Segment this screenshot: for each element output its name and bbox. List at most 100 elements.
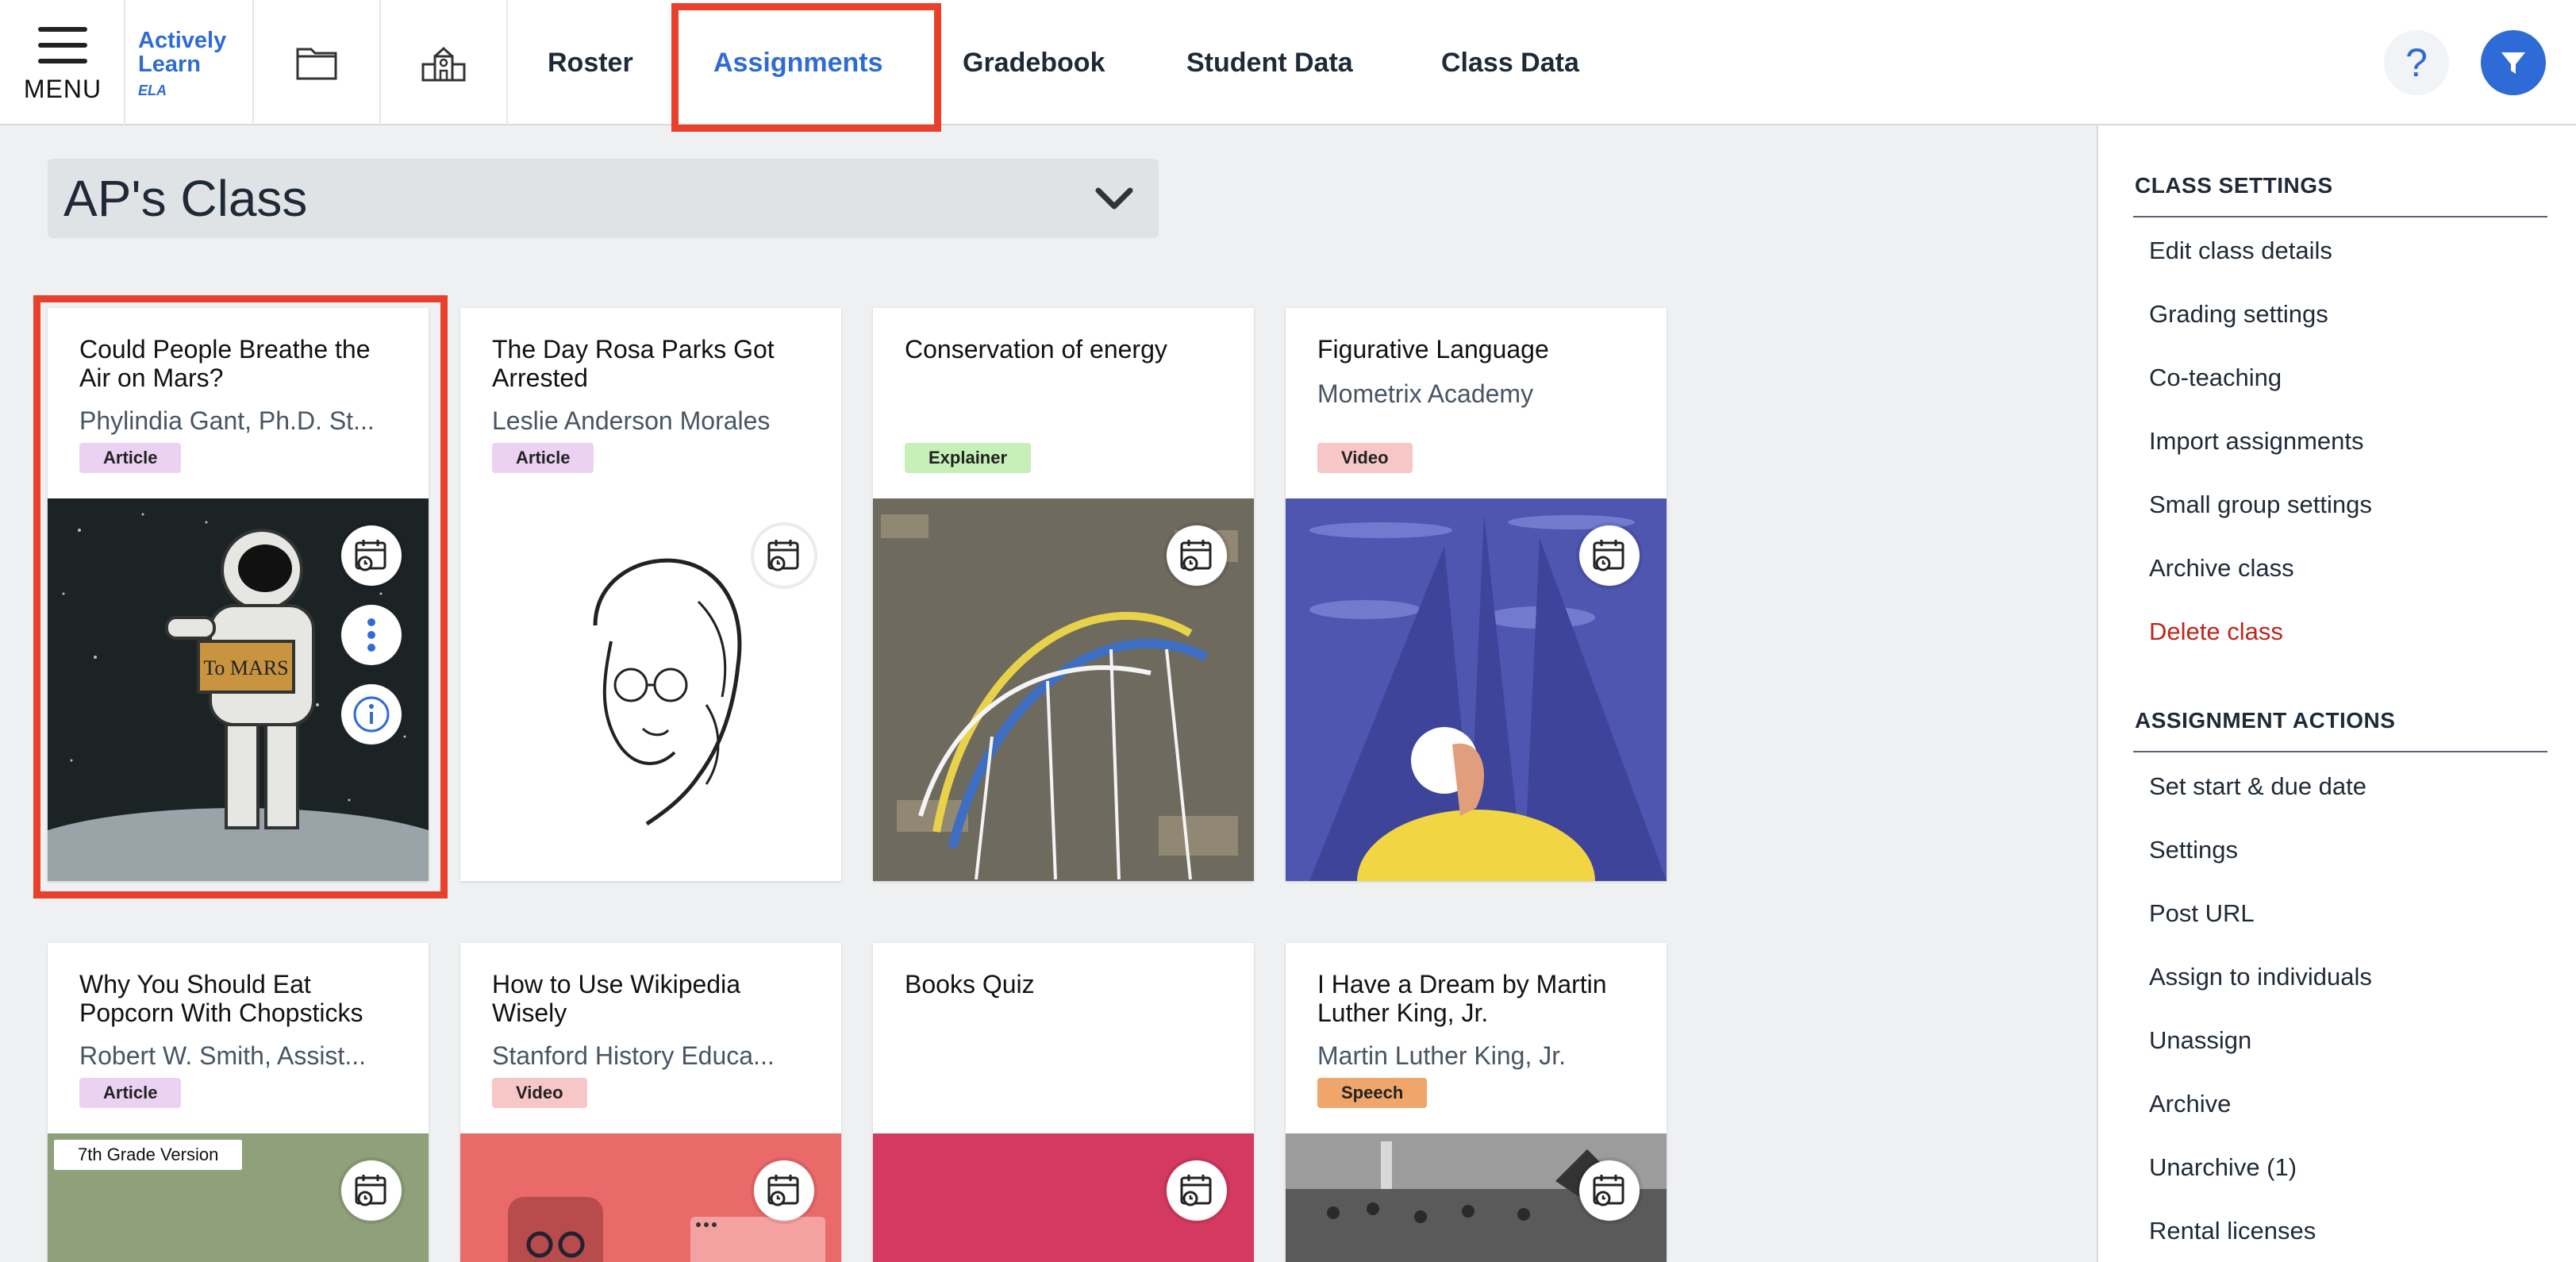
filter-icon: [2501, 52, 2525, 74]
card-type-badge: Video: [492, 1078, 587, 1108]
assignment-actions-header: ASSIGNMENT ACTIONS: [2135, 708, 2396, 733]
import-assignments-link[interactable]: Import assignments: [2149, 427, 2364, 456]
school-icon: [421, 46, 466, 82]
folder-button[interactable]: [254, 0, 381, 125]
mars-sign-text: To MARS: [203, 656, 288, 679]
calendar-clock-icon: [767, 1175, 799, 1206]
section-divider: [2133, 751, 2547, 752]
calendar-clock-icon: [355, 540, 386, 571]
card-image: [873, 1133, 1254, 1262]
card-title: Conservation of energy: [905, 335, 1167, 364]
assign-to-individuals-link[interactable]: Assign to individuals: [2149, 963, 2372, 991]
logo-sub: ELA: [138, 83, 167, 98]
menu-button[interactable]: MENU: [0, 0, 125, 125]
archive-class-link[interactable]: Archive class: [2149, 554, 2294, 583]
card-type-badge: Article: [79, 1078, 182, 1108]
hamburger-icon: [38, 27, 87, 63]
card-image: [460, 1133, 841, 1262]
co-teaching-link[interactable]: Co-teaching: [2149, 364, 2282, 392]
assignment-card[interactable]: Could People Breathe the Air on Mars? Ph…: [48, 308, 429, 881]
help-button[interactable]: ?: [2384, 30, 2449, 95]
calendar-clock-icon: [1593, 540, 1624, 571]
grading-settings-link[interactable]: Grading settings: [2149, 300, 2328, 329]
folder-icon: [296, 48, 337, 80]
card-image: [1286, 498, 1667, 881]
assignment-card[interactable]: Books Quiz: [873, 943, 1254, 1262]
card-image: 7th Grade Version: [48, 1133, 429, 1262]
filter-button[interactable]: [2481, 30, 2546, 95]
edit-class-details-link[interactable]: Edit class details: [2149, 237, 2332, 265]
class-selector-value: AP's Class: [63, 170, 308, 227]
unarchive-link[interactable]: Unarchive (1): [2149, 1153, 2297, 1182]
card-type-badge: Article: [79, 443, 182, 473]
logo-line1: Actively: [138, 28, 227, 53]
info-button[interactable]: [341, 684, 402, 745]
school-button[interactable]: [381, 0, 508, 125]
card-title: Could People Breathe the Air on Mars?: [79, 335, 371, 392]
card-type-badge: Video: [1317, 443, 1413, 473]
assignment-card[interactable]: Why You Should Eat Popcorn With Chopstic…: [48, 943, 429, 1262]
calendar-clock-icon: [767, 540, 799, 571]
tab-roster[interactable]: Roster: [548, 0, 633, 125]
calendar-clock-icon: [355, 1175, 386, 1206]
card-image: [873, 498, 1254, 881]
class-settings-header: CLASS SETTINGS: [2135, 173, 2333, 198]
card-author: Martin Luther King, Jr.: [1317, 1041, 1567, 1070]
card-type-badge: Explainer: [905, 443, 1032, 473]
card-type-badge: Speech: [1317, 1078, 1428, 1108]
grade-version-tag: 7th Grade Version: [54, 1140, 243, 1170]
assignment-card[interactable]: Conservation of energy Explainer: [873, 308, 1254, 881]
schedule-button[interactable]: [754, 525, 814, 586]
top-navigation-bar: MENU Actively Learn ELA Roster Assignmen…: [0, 0, 2576, 125]
calendar-clock-icon: [1180, 540, 1212, 571]
info-icon: [353, 696, 390, 733]
schedule-button[interactable]: [1167, 525, 1227, 586]
card-title: Figurative Language: [1317, 335, 1549, 364]
card-type-badge: Article: [492, 443, 594, 473]
class-selector[interactable]: AP's Class: [48, 159, 1159, 238]
delete-class-link[interactable]: Delete class: [2149, 618, 2283, 646]
assignment-card[interactable]: Figurative Language Mometrix Academy Vid…: [1286, 308, 1667, 881]
card-author: Mometrix Academy: [1317, 379, 1534, 408]
assignment-card[interactable]: I Have a Dream by Martin Luther King, Jr…: [1286, 943, 1667, 1262]
card-author: Stanford History Educa...: [492, 1041, 775, 1070]
assignment-card[interactable]: The Day Rosa Parks Got Arrested Leslie A…: [460, 308, 841, 881]
rental-licenses-link[interactable]: Rental licenses: [2149, 1217, 2316, 1245]
card-title: The Day Rosa Parks Got Arrested: [492, 335, 775, 392]
card-author: Leslie Anderson Morales: [492, 406, 771, 435]
more-options-button[interactable]: [341, 605, 402, 665]
help-icon: ?: [2405, 40, 2428, 85]
schedule-button[interactable]: [1579, 525, 1640, 586]
settings-link[interactable]: Settings: [2149, 836, 2238, 864]
card-image: [460, 498, 841, 881]
logo-line2: Learn: [138, 52, 201, 77]
calendar-clock-icon: [1593, 1175, 1624, 1206]
assignments-tab-highlight: [671, 3, 941, 132]
schedule-button[interactable]: [341, 1160, 402, 1221]
schedule-button[interactable]: [754, 1160, 814, 1221]
card-title: How to Use Wikipedia Wisely: [492, 970, 740, 1027]
set-start-due-date-link[interactable]: Set start & due date: [2149, 772, 2366, 801]
post-url-link[interactable]: Post URL: [2149, 899, 2255, 928]
schedule-button[interactable]: [1167, 1160, 1227, 1221]
tab-gradebook[interactable]: Gradebook: [963, 0, 1105, 125]
menu-label: MENU: [23, 75, 102, 103]
kebab-menu-icon: [367, 618, 375, 652]
section-divider: [2133, 216, 2547, 217]
schedule-button[interactable]: [1579, 1160, 1640, 1221]
card-title: I Have a Dream by Martin Luther King, Jr…: [1317, 970, 1607, 1027]
card-title: Why You Should Eat Popcorn With Chopstic…: [79, 970, 363, 1027]
assignment-card[interactable]: How to Use Wikipedia Wisely Stanford His…: [460, 943, 841, 1262]
card-image: [1286, 1133, 1667, 1262]
unassign-link[interactable]: Unassign: [2149, 1026, 2251, 1055]
tab-student-data[interactable]: Student Data: [1186, 0, 1353, 125]
tab-class-data[interactable]: Class Data: [1441, 0, 1579, 125]
small-group-settings-link[interactable]: Small group settings: [2149, 491, 2372, 519]
class-actions-panel: CLASS SETTINGS Edit class details Gradin…: [2097, 125, 2576, 1262]
card-author: Robert W. Smith, Assist...: [79, 1041, 366, 1070]
card-author: Phylindia Gant, Ph.D. St...: [79, 406, 375, 435]
schedule-button[interactable]: [341, 525, 402, 586]
archive-link[interactable]: Archive: [2149, 1090, 2231, 1118]
card-title: Books Quiz: [905, 970, 1035, 998]
actively-learn-logo[interactable]: Actively Learn ELA: [125, 0, 254, 125]
